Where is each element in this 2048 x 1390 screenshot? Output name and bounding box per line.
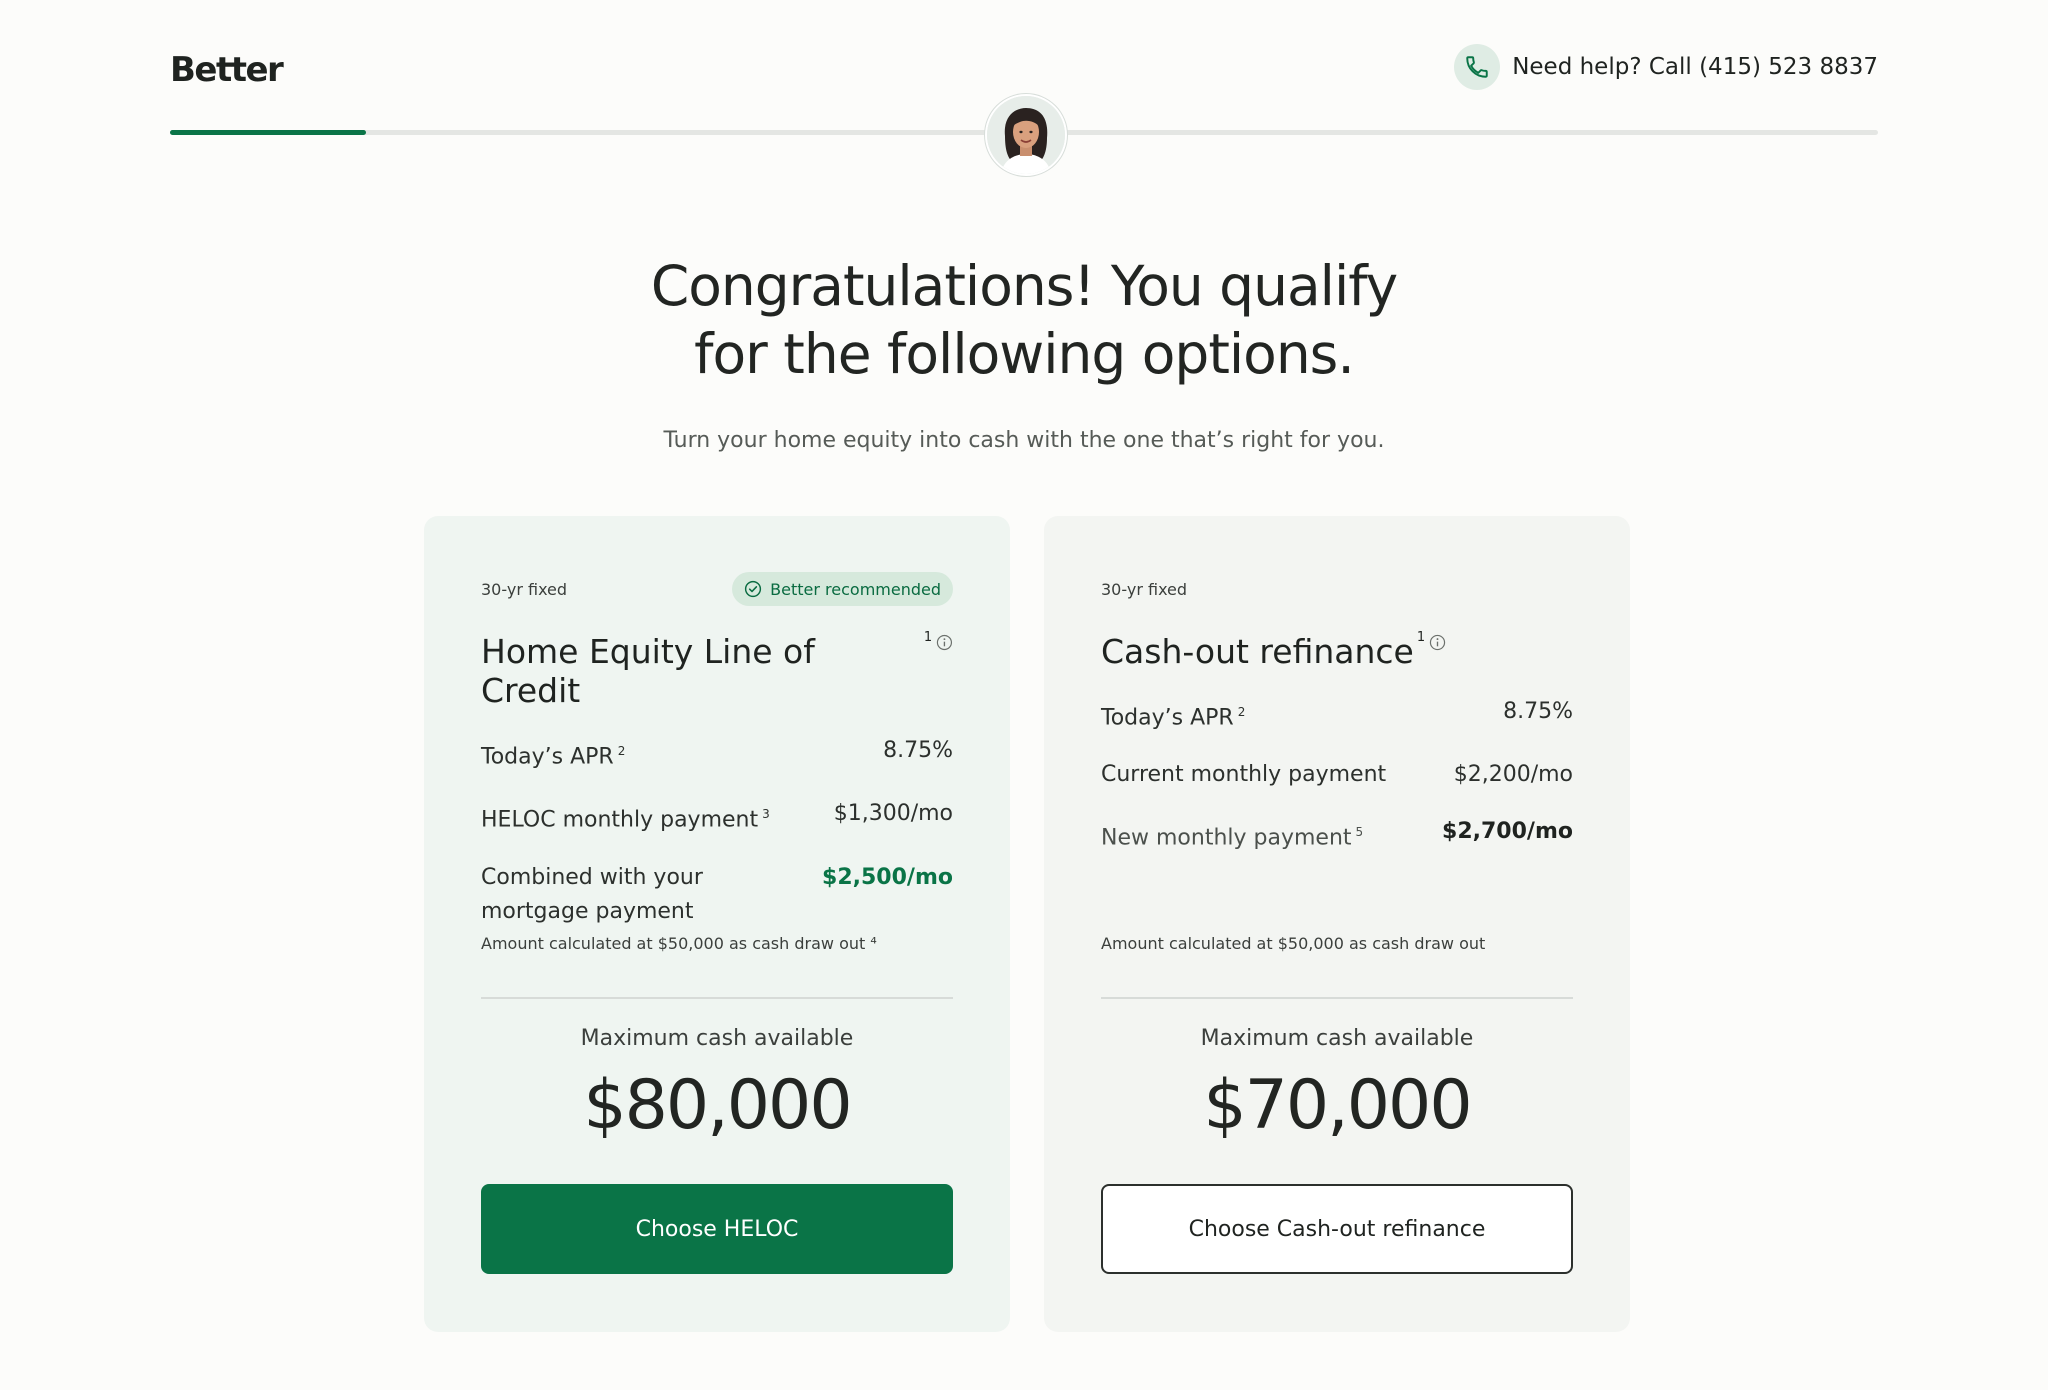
cashout-refinance-option-card: 30-yr fixed Cash-out refinance 1 Today’s… [1044, 516, 1630, 1332]
calculation-note: Amount calculated at $50,000 as cash dra… [481, 934, 877, 953]
row-label: HELOC monthly payment 3 [481, 797, 770, 837]
card-title: Home Equity Line of Credit 1 [481, 630, 953, 710]
choose-cashout-refinance-button[interactable]: Choose Cash-out refinance [1101, 1184, 1573, 1274]
loan-term-label: 30-yr fixed [1101, 579, 1188, 599]
header: Better Need help? Call (415) 523 8837 [0, 0, 2048, 176]
check-circle-icon [745, 580, 762, 598]
apr-value: 8.75% [1503, 699, 1573, 724]
page-title: Congratulations! You qualify for the fol… [524, 252, 1524, 388]
max-cash-label: Maximum cash available [1200, 1026, 1474, 1051]
divider [481, 997, 953, 999]
apr-row: Today’s APR 2 8.75% [481, 734, 953, 774]
page-title-line-1: Congratulations! You qualify [650, 254, 1398, 318]
choose-heloc-button[interactable]: Choose HELOC [481, 1184, 953, 1274]
footnote-marker: 2 [1237, 705, 1246, 719]
footnote-marker: 3 [762, 807, 770, 822]
apr-row: Today’s APR 2 8.75% [1101, 695, 1573, 735]
page-title-line-2: for the following options. [694, 322, 1355, 386]
footnote-marker: 5 [1355, 825, 1364, 840]
max-cash-value: $80,000 [583, 1066, 852, 1145]
combined-payment-value: $2,500/mo [822, 864, 953, 890]
new-payment-value: $2,700/mo [1442, 819, 1573, 845]
calculation-note: Amount calculated at $50,000 as cash dra… [1101, 934, 1486, 953]
phone-icon[interactable] [1454, 44, 1501, 90]
page-subtitle: Turn your home equity into cash with the… [663, 428, 1385, 453]
max-cash-value: $70,000 [1203, 1066, 1472, 1145]
row-label-text: Today’s APR [481, 744, 614, 770]
row-label: Today’s APR 2 [481, 734, 625, 774]
card-title: Cash-out refinance 1 [1101, 630, 1573, 671]
new-payment-row: New monthly payment 5 $2,700/mo [1101, 815, 1573, 855]
recommended-badge-label: Better recommended [770, 579, 941, 599]
info-icon[interactable] [1429, 634, 1446, 651]
loan-term-label: 30-yr fixed [481, 579, 568, 599]
heloc-option-card: 30-yr fixed Better recommended Home Equi… [424, 516, 1010, 1332]
row-label: Combined with your mortgage payment [481, 864, 703, 924]
row-label: Current monthly payment [1101, 762, 1387, 788]
row-label: New monthly payment 5 [1101, 815, 1363, 855]
card-title-text: Cash-out refinance [1101, 632, 1414, 671]
footnote-marker: 1 [923, 630, 933, 645]
footnote-marker: 2 [617, 744, 626, 758]
current-payment-value: $2,200/mo [1453, 762, 1573, 788]
better-logo[interactable]: Better [170, 50, 284, 90]
divider [1101, 997, 1573, 999]
heloc-payment-value: $1,300/mo [833, 801, 953, 827]
progress-bar-fill [170, 130, 367, 135]
row-label-text: HELOC monthly payment [481, 807, 759, 833]
advisor-avatar [985, 94, 1067, 176]
heloc-payment-row: HELOC monthly payment 3 $1,300/mo [481, 797, 953, 837]
recommended-badge: Better recommended [732, 572, 953, 606]
row-label-text: Today’s APR [1101, 705, 1234, 731]
current-payment-row: Current monthly payment $2,200/mo [1101, 758, 1573, 792]
help-phone-text[interactable]: Need help? Call (415) 523 8837 [1512, 54, 1878, 80]
card-title-text: Home Equity Line of Credit [481, 632, 815, 710]
combined-payment-row: Combined with your mortgage payment $2,5… [481, 861, 953, 929]
apr-value: 8.75% [883, 738, 953, 763]
row-label-text: New monthly payment [1101, 825, 1352, 851]
help-contact[interactable]: Need help? Call (415) 523 8837 [1454, 44, 1878, 90]
row-label: Today’s APR 2 [1101, 695, 1245, 735]
info-icon[interactable] [936, 634, 953, 651]
footnote-marker: 1 [1416, 630, 1426, 645]
max-cash-label: Maximum cash available [580, 1026, 854, 1051]
